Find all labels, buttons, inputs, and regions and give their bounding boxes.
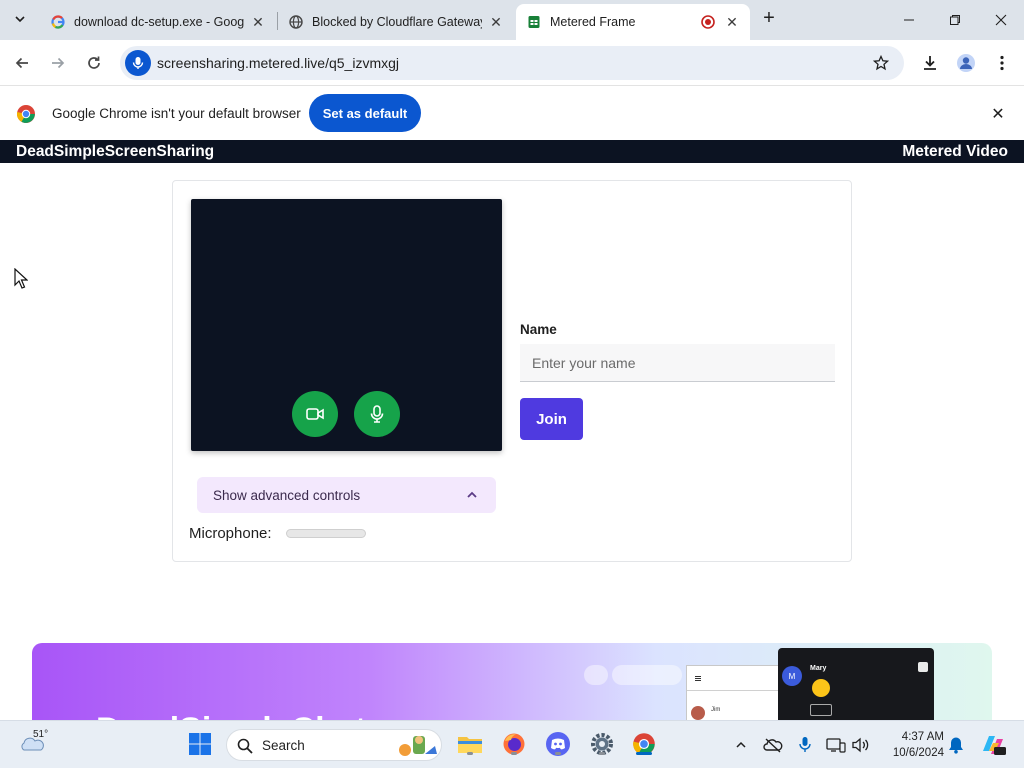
promo-chat-list-screenshot: Jim [686, 665, 783, 720]
chrome-logo-icon [16, 104, 36, 124]
chat-user-name: Mary [810, 665, 827, 672]
tab-title: Blocked by Cloudflare Gateway [312, 15, 482, 29]
microphone-level-meter [286, 529, 366, 538]
kebab-menu-icon[interactable] [990, 51, 1014, 75]
search-highlight-illustration-icon [399, 736, 437, 756]
join-button[interactable]: Join [520, 398, 583, 440]
advanced-controls-label: Show advanced controls [213, 488, 361, 503]
microphone-label: Microphone: [189, 525, 272, 542]
tab-close-icon[interactable]: ✕ [250, 14, 266, 30]
tab-cloudflare[interactable]: Blocked by Cloudflare Gateway ✕ [278, 4, 514, 40]
windows-taskbar: 51° Search 4:37 AM 10/6/2024 [0, 720, 1024, 768]
hamburger-icon [695, 676, 701, 677]
tab-title: Metered Frame [550, 15, 636, 29]
download-icon[interactable] [918, 51, 942, 75]
tab-close-icon[interactable]: ✕ [488, 14, 504, 30]
network-icon[interactable] [826, 735, 846, 755]
camera-preview [191, 199, 502, 451]
tab-title: download dc-setup.exe - Goog [74, 15, 244, 29]
set-as-default-button[interactable]: Set as default [309, 94, 421, 132]
bookmark-star-icon[interactable] [872, 54, 890, 72]
site-brand[interactable]: DeadSimpleScreenSharing [16, 143, 214, 161]
back-arrow-icon[interactable] [10, 51, 34, 75]
microphone-tray-icon[interactable] [795, 735, 815, 755]
browser-toolbar: screensharing.metered.live/q5_izvmxgj [0, 40, 1024, 86]
running-indicator [467, 752, 473, 755]
minimize-icon[interactable] [886, 0, 932, 40]
google-g-icon [50, 14, 66, 30]
restore-icon[interactable] [932, 0, 978, 40]
clock-date: 10/6/2024 [892, 747, 944, 759]
search-label: Search [262, 738, 305, 753]
running-indicator-active [636, 752, 652, 755]
globe-icon [288, 14, 304, 30]
chat-attachment [810, 704, 832, 716]
recording-indicator-icon [700, 14, 716, 30]
reload-icon[interactable] [82, 51, 106, 75]
list-user-name: Jim [711, 707, 721, 713]
name-label: Name [520, 322, 557, 337]
promo-title: DeadSimpleChat [96, 711, 366, 720]
volume-icon[interactable] [851, 735, 871, 755]
microphone-in-use-icon[interactable] [125, 50, 151, 76]
tab-close-icon[interactable]: ✕ [724, 14, 740, 30]
cloud-sync-off-icon[interactable] [763, 735, 783, 755]
microphone-toggle-button[interactable] [354, 391, 400, 437]
name-input[interactable] [520, 344, 835, 382]
divider [687, 690, 783, 691]
promo-banner: DeadSimpleChat Jim M Mary [32, 643, 992, 720]
tab-download[interactable]: download dc-setup.exe - Goog ✕ [40, 4, 276, 40]
settings-gear-icon[interactable] [588, 730, 616, 758]
tab-search-dropdown-icon[interactable] [8, 7, 32, 31]
chevron-up-icon [464, 487, 480, 503]
mouse-cursor-icon [14, 268, 28, 289]
clock-time: 4:37 AM [901, 731, 944, 743]
video-camera-icon [306, 408, 324, 420]
running-indicator [511, 752, 517, 755]
address-bar[interactable]: screensharing.metered.live/q5_izvmxgj [120, 46, 904, 80]
running-indicator [599, 752, 605, 755]
microphone-icon [370, 405, 384, 423]
url-text: screensharing.metered.live/q5_izvmxgj [157, 55, 399, 71]
promo-decoration [584, 665, 608, 685]
default-browser-infobar: Google Chrome isn't your default browser… [0, 87, 1024, 140]
advanced-controls-toggle[interactable]: Show advanced controls [197, 477, 496, 513]
taskbar-search[interactable]: Search [226, 729, 442, 761]
running-indicator [555, 752, 561, 755]
avatar: M [782, 666, 802, 686]
camera-toggle-button[interactable] [292, 391, 338, 437]
tab-metered-frame[interactable]: Metered Frame ✕ [516, 4, 750, 40]
system-clock[interactable]: 4:37 AM 10/6/2024 [880, 729, 944, 761]
notification-bell-icon[interactable] [946, 735, 966, 755]
tab-strip: download dc-setup.exe - Goog ✕ Blocked b… [0, 0, 1024, 40]
firefox-icon[interactable] [500, 730, 528, 758]
new-tab-icon[interactable]: + [758, 8, 780, 30]
profile-avatar-icon[interactable] [954, 51, 978, 75]
promo-decoration [612, 665, 682, 685]
site-header: DeadSimpleScreenSharing Metered Video [0, 140, 1024, 163]
forward-arrow-icon[interactable] [46, 51, 70, 75]
close-window-icon[interactable] [978, 0, 1024, 40]
metered-video-link[interactable]: Metered Video [902, 143, 1008, 161]
search-icon [237, 738, 253, 754]
discord-icon[interactable] [544, 730, 572, 758]
chrome-taskbar-icon[interactable] [630, 730, 658, 758]
infobar-close-icon[interactable]: ✕ [988, 104, 1008, 124]
sheets-icon [526, 14, 542, 30]
chat-action-icon [918, 662, 928, 672]
file-explorer-icon[interactable] [456, 730, 484, 758]
infobar-message: Google Chrome isn't your default browser [52, 106, 301, 121]
copilot-icon[interactable] [980, 735, 1006, 755]
avatar [691, 706, 705, 720]
windows-start-icon[interactable] [186, 730, 214, 758]
chevron-up-icon[interactable] [731, 735, 751, 755]
promo-chat-screenshot: M Mary [778, 648, 934, 720]
smiley-emoji-icon [812, 679, 830, 697]
cloud-weather-icon[interactable] [18, 735, 46, 753]
